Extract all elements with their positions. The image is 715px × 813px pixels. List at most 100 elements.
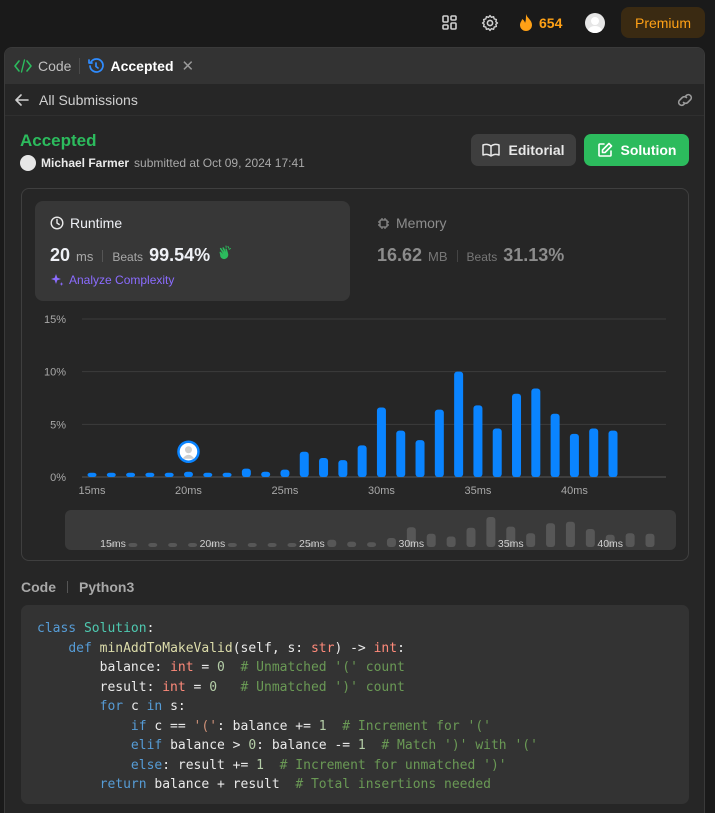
- navigator-bar: [247, 543, 257, 547]
- code-token: balance >: [170, 738, 249, 753]
- chart-bar: [550, 413, 560, 477]
- navigator-bar: [386, 538, 396, 547]
- code-token: =: [193, 660, 218, 675]
- code-token: :: [397, 640, 405, 656]
- code-token: 1: [318, 718, 327, 734]
- chart-bar: [454, 371, 464, 477]
- y-tick-label: 10%: [44, 367, 66, 379]
- code-token: 0: [209, 679, 218, 695]
- code-line: class Solution:: [37, 619, 673, 639]
- editorial-button[interactable]: Editorial: [471, 134, 576, 166]
- navigator-tick-label: 40ms: [597, 538, 623, 550]
- code-token: # Match ')' with '(': [381, 738, 538, 753]
- tab-code[interactable]: Code: [14, 58, 71, 74]
- back-arrow-icon[interactable]: [15, 93, 29, 106]
- chart-bar: [106, 472, 116, 477]
- chart-bar: [589, 428, 599, 477]
- code-token: # Total insertions needed: [295, 777, 491, 792]
- code-token: (self, s:: [232, 640, 311, 656]
- tab-accepted[interactable]: Accepted ✕: [88, 57, 194, 75]
- code-line: for c in s:: [37, 697, 673, 717]
- code-token: 0: [248, 738, 257, 753]
- code-token: 1: [256, 757, 264, 773]
- code-token: in: [146, 699, 171, 714]
- navigator-tick-label: 35ms: [498, 538, 524, 550]
- premium-button[interactable]: Premium: [621, 7, 705, 38]
- x-tick-label: 30ms: [368, 485, 395, 497]
- code-token: ) ->: [334, 640, 374, 656]
- solution-label: Solution: [620, 142, 677, 158]
- navigator-bar: [645, 533, 655, 547]
- navigator-bar: [188, 543, 198, 547]
- streak-counter[interactable]: 654: [519, 12, 562, 34]
- apps-grid-icon[interactable]: [440, 13, 460, 33]
- code-icon: [14, 59, 32, 73]
- code-block[interactable]: class Solution: def minAddToMakeValid(se…: [21, 605, 689, 804]
- code-line: return balance + result # Total insertio…: [37, 775, 673, 795]
- chart-bar: [164, 472, 174, 477]
- performance-card: Runtime 20 ms Beats 99.54% Analyze Compl…: [21, 188, 689, 561]
- navigator-bar: [446, 536, 456, 547]
- code-token: # Unmatched '(' count: [240, 660, 405, 675]
- code-token: if: [130, 718, 155, 734]
- navigator-bar: [526, 533, 536, 547]
- chart-bar: [608, 430, 618, 477]
- all-submissions-link[interactable]: All Submissions: [39, 92, 138, 108]
- code-token: Solution: [83, 621, 147, 636]
- y-tick-label: 15%: [44, 314, 66, 326]
- solution-button[interactable]: Solution: [584, 134, 689, 166]
- code-token: 0: [217, 660, 225, 675]
- code-token: balance + result: [154, 777, 296, 792]
- link-icon[interactable]: [676, 92, 694, 111]
- tab-bar: Code Accepted ✕: [5, 48, 704, 84]
- chart-bar: [319, 458, 329, 477]
- username[interactable]: Michael Farmer: [41, 156, 129, 170]
- navigator-bar: [546, 523, 556, 547]
- y-tick-label: 5%: [50, 419, 66, 431]
- chart-bar: [280, 469, 290, 477]
- code-token: balance:: [37, 660, 171, 675]
- chart-bar: [183, 471, 193, 477]
- code-line: balance: int = 0 # Unmatched '(' count: [37, 658, 673, 678]
- navigator-bar: [625, 533, 635, 547]
- navigator-bar: [327, 539, 337, 547]
- top-bar: 654 Premium: [0, 0, 715, 46]
- chart-bar: [376, 407, 386, 477]
- code-token: minAddToMakeValid: [99, 640, 233, 656]
- chart-bar: [434, 409, 444, 477]
- navigator-bar: [426, 533, 436, 547]
- code-token: int: [170, 660, 194, 675]
- code-label: Code: [21, 579, 56, 595]
- chart-bar: [415, 440, 425, 477]
- runtime-distribution-chart[interactable]: 0% 5% 10% 15% 15ms 20ms 25ms 30ms 35ms 40ms 15ms 20…: [22, 189, 688, 560]
- code-line: if c == '(': balance += 1 # Increment fo…: [37, 717, 673, 737]
- close-icon[interactable]: ✕: [182, 57, 195, 75]
- chart-bar: [512, 393, 522, 477]
- x-tick-label: 25ms: [272, 485, 299, 497]
- chart-bar: [357, 445, 367, 477]
- submitter-info: Michael Farmer submitted at Oct 09, 2024…: [20, 155, 305, 171]
- code-token: elif: [130, 738, 171, 753]
- navigator-tick-label: 15ms: [100, 538, 126, 550]
- code-token: 1: [357, 738, 366, 753]
- chart-bar: [203, 472, 213, 477]
- chart-bar: [222, 472, 232, 477]
- navigator-bar: [585, 529, 595, 547]
- avatar[interactable]: [585, 13, 605, 33]
- code-token: c: [130, 699, 147, 714]
- code-token: for: [99, 699, 131, 714]
- code-line: def minAddToMakeValid(self, s: str) -> i…: [37, 639, 673, 659]
- chart-bar: [299, 451, 309, 477]
- y-tick-label: 0%: [50, 472, 66, 484]
- code-line: else: result += 1 # Increment for unmatc…: [37, 756, 673, 776]
- code-token: else: [130, 757, 163, 773]
- chart-bar: [531, 388, 541, 477]
- navigator-bar: [267, 543, 277, 547]
- gear-icon[interactable]: [480, 13, 500, 33]
